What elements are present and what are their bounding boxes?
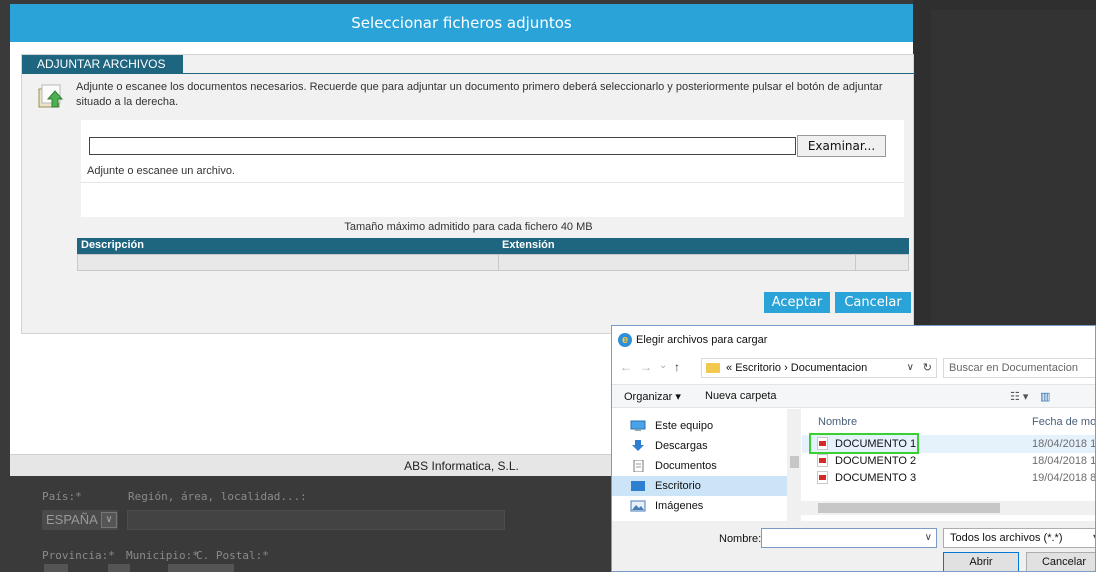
- modal-title: Seleccionar ficheros adjuntos: [10, 4, 913, 42]
- pictures-icon: [630, 500, 646, 512]
- cell-divider: [855, 255, 856, 270]
- file-chooser-dialog: e Elegir archivos para cargar ← → ⌄ ↑ « …: [611, 325, 1096, 572]
- upload-box: Examinar... Adjunte o escanee un archivo…: [81, 120, 904, 217]
- navigation-pane: Este equipo Descargas Documentos Escrito…: [612, 409, 787, 529]
- file-type-select[interactable]: Todos los archivos (*.*) ▾: [943, 528, 1095, 548]
- tab-underline: [22, 73, 915, 74]
- organize-menu[interactable]: Organizar ▾: [624, 390, 681, 403]
- column-header-fecha[interactable]: Fecha de mod: [1032, 416, 1095, 428]
- cp-label: C. Postal:*: [196, 549, 269, 562]
- pais-label: País:*: [42, 490, 82, 503]
- dialog-title: Elegir archivos para cargar: [636, 334, 768, 346]
- nav-item-descargas[interactable]: Descargas: [612, 436, 787, 456]
- address-prefix: «: [726, 362, 733, 374]
- chevron-down-icon[interactable]: ∨: [925, 532, 932, 543]
- pdf-icon: [817, 454, 828, 467]
- column-header-descripcion: Descripción: [81, 239, 144, 251]
- documents-icon: [633, 460, 644, 472]
- back-arrow-icon[interactable]: ←: [620, 360, 632, 374]
- filename-label: Nombre:: [719, 533, 762, 545]
- file-name: DOCUMENTO 2: [835, 455, 917, 467]
- nav-item-label: Escritorio: [655, 480, 701, 492]
- recent-locations-icon[interactable]: ⌄: [659, 360, 667, 371]
- chevron-down-icon[interactable]: ∨: [907, 359, 914, 377]
- table-header: Descripción Extensión: [77, 238, 909, 254]
- browse-button[interactable]: Examinar...: [797, 135, 886, 157]
- folder-upload-icon: [38, 84, 64, 108]
- accept-button[interactable]: Aceptar: [764, 292, 830, 313]
- nav-item-imagenes[interactable]: Imágenes: [612, 496, 787, 516]
- dialog-bottom-bar: Nombre: ∨ Todos los archivos (*.*) ▾ Abr…: [612, 521, 1095, 571]
- region-input[interactable]: [127, 510, 505, 530]
- nav-item-label: Descargas: [655, 440, 708, 452]
- file-date: 19/04/2018 8:: [1032, 472, 1096, 484]
- view-options-icon[interactable]: ☷ ▾: [1010, 390, 1028, 403]
- new-folder-button[interactable]: Nueva carpeta: [705, 390, 777, 402]
- file-date: 18/04/2018 18: [1032, 455, 1096, 467]
- pdf-icon: [817, 471, 828, 484]
- file-name: DOCUMENTO 3: [835, 472, 917, 484]
- preview-pane-icon[interactable]: ▥: [1040, 390, 1050, 403]
- file-type-value: Todos los archivos (*.*): [950, 532, 1063, 544]
- file-path-input[interactable]: [89, 137, 796, 155]
- max-size-note: Tamaño máximo admitido para cada fichero…: [344, 221, 593, 233]
- help-text: Adjunte o escanee los documentos necesar…: [76, 81, 883, 108]
- horizontal-scrollbar-thumb[interactable]: [818, 503, 1000, 513]
- nav-item-documentos[interactable]: Documentos: [612, 456, 787, 476]
- cp-input[interactable]: [168, 564, 234, 572]
- cell-divider: [498, 255, 499, 270]
- forward-arrow-icon[interactable]: →: [640, 360, 652, 374]
- divider: [81, 182, 904, 183]
- nav-item-label: Este equipo: [655, 420, 714, 432]
- address-path: Escritorio › Documentacion: [735, 362, 868, 374]
- municipio-label: Municipio:*: [126, 549, 199, 562]
- folder-icon: [706, 363, 720, 373]
- desktop-icon: [631, 481, 645, 491]
- nav-item-este-equipo[interactable]: Este equipo: [612, 416, 787, 436]
- dialog-toolbar: Organizar ▾ Nueva carpeta ☷ ▾ ▥: [612, 384, 1095, 408]
- column-header-extension: Extensión: [502, 239, 555, 251]
- search-input[interactable]: Buscar en Documentacion: [943, 358, 1095, 378]
- provincia-label: Provincia:*: [42, 549, 115, 562]
- region-label: Región, área, localidad...:: [128, 490, 307, 503]
- file-row-documento-3[interactable]: DOCUMENTO 3 19/04/2018 8:: [802, 469, 1096, 487]
- attach-panel: ADJUNTAR ARCHIVOS Adjunte o escanee los …: [21, 54, 915, 334]
- attachments-table: Descripción Extensión: [77, 238, 909, 271]
- nav-item-label: Documentos: [655, 460, 717, 472]
- filename-input[interactable]: ∨: [761, 528, 937, 548]
- column-header-nombre[interactable]: Nombre: [818, 416, 857, 428]
- up-arrow-icon[interactable]: ↑: [674, 360, 680, 374]
- table-row: [77, 254, 909, 271]
- file-row-documento-2[interactable]: DOCUMENTO 2 18/04/2018 18: [802, 452, 1096, 470]
- file-date: 18/04/2018 17: [1032, 438, 1096, 450]
- dialog-titlebar: e Elegir archivos para cargar: [612, 326, 1095, 354]
- nav-item-escritorio[interactable]: Escritorio: [612, 476, 787, 496]
- browser-icon: e: [618, 333, 632, 347]
- cancel-button[interactable]: Cancelar: [835, 292, 911, 313]
- nav-scrollbar-thumb[interactable]: [790, 456, 799, 468]
- provincia-select[interactable]: [44, 564, 68, 572]
- municipio-select[interactable]: [108, 564, 130, 572]
- address-bar[interactable]: « Escritorio › Documentacion ∨ ↻: [701, 358, 937, 378]
- upload-hint: Adjunte o escanee un archivo.: [87, 165, 235, 177]
- dialog-cancel-button[interactable]: Cancelar: [1026, 552, 1095, 571]
- download-icon: [632, 440, 644, 451]
- highlight-box: [809, 433, 919, 454]
- refresh-icon[interactable]: ↻: [923, 359, 932, 377]
- chevron-down-icon[interactable]: ∨: [101, 512, 117, 528]
- computer-icon: [630, 420, 646, 431]
- open-button[interactable]: Abrir: [943, 552, 1019, 571]
- tab-adjuntar-archivos[interactable]: ADJUNTAR ARCHIVOS: [22, 55, 184, 74]
- nav-item-label: Imágenes: [655, 500, 704, 512]
- navigation-bar: ← → ⌄ ↑ « Escritorio › Documentacion ∨ ↻…: [612, 356, 1095, 380]
